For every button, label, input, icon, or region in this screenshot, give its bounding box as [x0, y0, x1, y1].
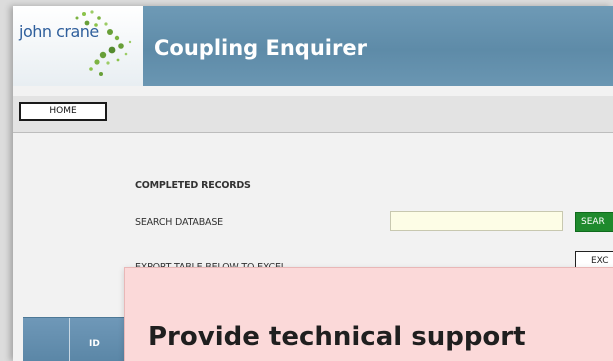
logo: john crane [13, 6, 143, 86]
search-button[interactable]: SEAR [575, 212, 613, 232]
search-input[interactable] [390, 211, 563, 231]
home-button[interactable]: HOME [19, 102, 107, 121]
column-divider [69, 318, 70, 361]
search-label: SEARCH DATABASE [135, 217, 223, 228]
app-window: john crane Coupling Enquirer HOME COMPLE… [13, 6, 613, 361]
logo-dots-icon [75, 10, 132, 76]
overlay-banner: Provide technical support [124, 267, 613, 361]
page-title: Coupling Enquirer [154, 36, 367, 60]
logo-text: john crane [19, 22, 99, 41]
header-bar: john crane Coupling Enquirer [13, 6, 613, 86]
overlay-text: Provide technical support [148, 322, 526, 352]
nav-bar: HOME [13, 96, 613, 133]
section-title: COMPLETED RECORDS [135, 180, 251, 191]
column-header-id[interactable]: ID [89, 339, 100, 349]
